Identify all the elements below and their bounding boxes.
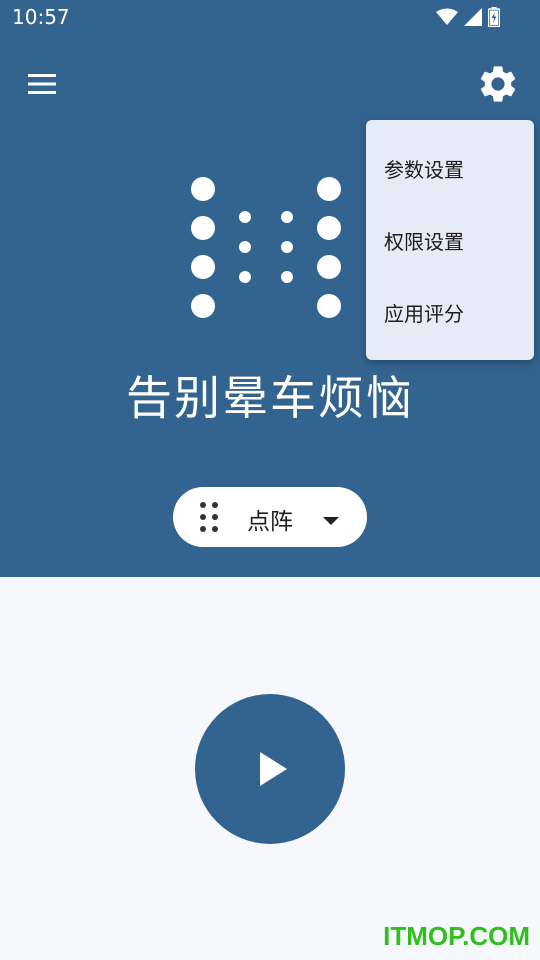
app-screen: 10:57 告别晕车烦恼 点阵 参数设置 权限设置 应用评分 ITMOP.COM [0,0,540,960]
play-button[interactable] [195,694,345,844]
dot-matrix-logo [180,168,350,328]
menu-item-rate-app[interactable]: 应用评分 [366,278,534,350]
battery-charging-icon [488,7,500,27]
mode-selector[interactable]: 点阵 [173,487,367,547]
watermark: ITMOP.COM [383,921,530,951]
mode-selected-label: 点阵 [247,509,293,535]
status-icons [436,7,500,27]
dot-grid-icon [197,501,221,537]
cell-signal-icon [464,8,482,26]
tagline: 告别晕车烦恼 [126,371,414,425]
gear-icon [476,66,520,110]
menu-button[interactable] [20,64,64,104]
menu-item-permission-settings[interactable]: 权限设置 [366,206,534,278]
settings-button[interactable] [476,62,520,106]
overflow-menu: 参数设置 权限设置 应用评分 [366,120,534,360]
menu-item-parameter-settings[interactable]: 参数设置 [366,134,534,206]
status-time: 10:57 [12,5,70,29]
wifi-icon [436,8,458,26]
caret-down-icon [323,511,339,530]
hamburger-menu-icon [20,74,64,108]
status-bar: 10:57 [0,0,540,36]
